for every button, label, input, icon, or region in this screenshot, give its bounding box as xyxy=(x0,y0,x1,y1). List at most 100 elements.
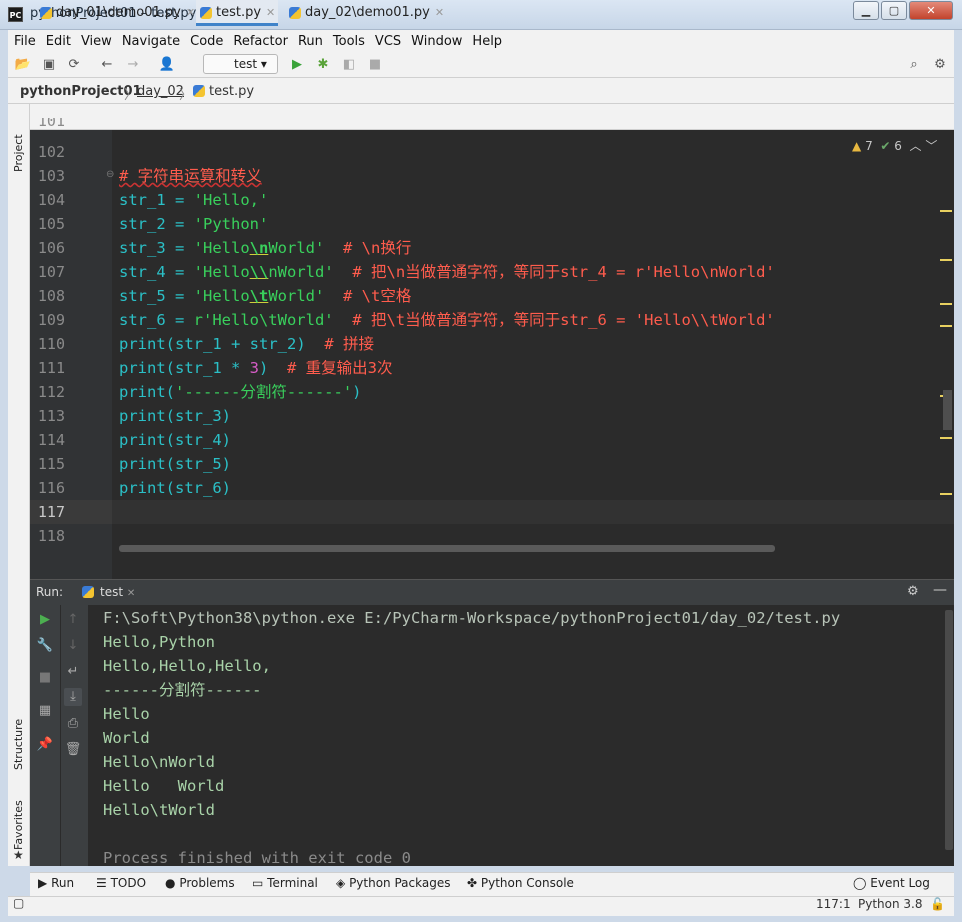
code-line-114[interactable]: print(str_4) xyxy=(119,428,231,452)
interpreter[interactable]: Python 3.8 xyxy=(858,897,923,911)
line-number: 113 xyxy=(37,407,65,425)
print-icon[interactable]: ⎙ xyxy=(64,715,82,733)
close-icon[interactable]: ✕ xyxy=(186,6,195,19)
comment: # 把\t当做普通字符，等同于str_6 = 'Hello\\tWorld' xyxy=(333,311,775,329)
menu-vcs[interactable]: VCS xyxy=(375,34,401,49)
code-line-106[interactable]: str_3 = 'Hello\nWorld' # \n换行 xyxy=(119,236,411,260)
warning-marker[interactable] xyxy=(940,437,952,439)
gear-icon[interactable]: ⚙ xyxy=(907,584,919,599)
structure-tool-tab[interactable]: Structure xyxy=(12,700,25,770)
save-icon[interactable]: ▣ xyxy=(40,56,58,74)
tool-terminal[interactable]: ▭ Terminal xyxy=(252,876,318,890)
open-folder-icon[interactable]: 📂 xyxy=(14,56,32,74)
panel-toggle-icon[interactable]: ▢ xyxy=(13,896,24,910)
tool-event-log[interactable]: ◯ Event Log xyxy=(853,876,930,890)
code-line-109[interactable]: str_6 = r'Hello\tWorld' # 把\t当做普通字符，等同于s… xyxy=(119,308,775,332)
coverage-icon[interactable]: ◧ xyxy=(340,56,358,74)
chevron-down-icon[interactable]: ﹀ xyxy=(925,139,937,153)
menu-run[interactable]: Run xyxy=(298,34,323,49)
code-line-112[interactable]: print('------分割符------') xyxy=(119,380,362,404)
tool-run[interactable]: ▶ Run xyxy=(38,876,74,890)
tool-python-packages[interactable]: ◈ Python Packages xyxy=(336,876,450,890)
code-line-104[interactable]: str_1 = 'Hello,' xyxy=(119,188,268,212)
close-icon[interactable]: ✕ xyxy=(266,6,275,19)
run-panel-label: Run: xyxy=(36,585,64,599)
scroll-to-end-icon[interactable]: ⤓ xyxy=(64,688,82,706)
menu-file[interactable]: File xyxy=(14,34,36,49)
tool-python-console[interactable]: ✤ Python Console xyxy=(467,876,574,890)
minimize-panel-icon[interactable]: — xyxy=(933,582,947,598)
warning-marker[interactable] xyxy=(940,325,952,327)
sync-icon[interactable]: ⟳ xyxy=(65,56,83,74)
tab-day01-demo01[interactable]: day_01\demo01.py ✕ xyxy=(36,0,195,26)
console-scrollbar[interactable] xyxy=(945,610,953,850)
tab-test[interactable]: test.py ✕ xyxy=(196,0,278,26)
trash-icon[interactable]: 🗑 xyxy=(64,741,82,759)
menu-help[interactable]: Help xyxy=(472,34,502,49)
gear-icon[interactable]: ⚙ xyxy=(931,56,949,74)
search-icon[interactable]: ⌕ xyxy=(905,56,923,74)
menu-tools[interactable]: Tools xyxy=(333,34,365,49)
breadcrumb-file[interactable]: test.py xyxy=(209,84,254,99)
code-line-108[interactable]: str_5 = 'Hello\tWorld' # \t空格 xyxy=(119,284,411,308)
code-line-115[interactable]: print(str_5) xyxy=(119,452,231,476)
code-line-113[interactable]: print(str_3) xyxy=(119,404,231,428)
editor-horizontal-scrollbar[interactable] xyxy=(119,545,775,552)
back-icon[interactable]: ← xyxy=(98,56,116,74)
chevron-up-icon[interactable]: ︿ xyxy=(910,139,922,153)
run-tab[interactable]: test ✕ xyxy=(100,585,135,599)
maximize-button[interactable]: ▢ xyxy=(881,1,907,20)
layout-icon[interactable]: ▦ xyxy=(36,702,54,720)
console-output[interactable] xyxy=(88,605,954,866)
run-config-select[interactable]: test ▾ xyxy=(203,54,278,74)
inspection-widget[interactable]: ▲ 7 ✔ 6 ︿ ﹀ xyxy=(852,137,937,154)
stop-icon[interactable]: ■ xyxy=(36,669,54,687)
code-line-103[interactable]: # 字符串运算和转义 xyxy=(119,164,262,188)
warning-marker[interactable] xyxy=(940,210,952,212)
tab-label: day_01\demo01.py xyxy=(56,5,181,20)
warning-marker[interactable] xyxy=(940,303,952,305)
close-button[interactable]: ✕ xyxy=(909,1,953,20)
toolbar xyxy=(8,52,954,78)
soft-wrap-icon[interactable]: ↵ xyxy=(64,663,82,681)
pin-icon[interactable]: 📌 xyxy=(36,736,54,754)
code-token: str_3 = xyxy=(119,239,194,257)
menu-window[interactable]: Window xyxy=(411,34,462,49)
user-icon[interactable]: 👤 xyxy=(158,56,176,74)
fold-icon[interactable]: ⊖ xyxy=(106,169,114,180)
arrow-up-icon[interactable]: ↑ xyxy=(64,611,82,629)
forward-icon[interactable]: → xyxy=(124,56,142,74)
breadcrumb-folder[interactable]: day_02 xyxy=(137,84,184,99)
warning-marker[interactable] xyxy=(940,493,952,495)
close-icon[interactable]: ✕ xyxy=(127,588,135,599)
minimize-button[interactable]: ▁ xyxy=(853,1,879,20)
tool-problems[interactable]: ● Problems xyxy=(165,876,235,890)
event-log-icon: ◯ xyxy=(853,876,867,890)
menu-refactor[interactable]: Refactor xyxy=(233,34,288,49)
project-tool-tab[interactable]: Project xyxy=(12,112,25,172)
code-line-105[interactable]: str_2 = 'Python' xyxy=(119,212,268,236)
tool-todo[interactable]: ☰ TODO xyxy=(96,876,146,890)
stop-icon[interactable]: ■ xyxy=(366,56,384,74)
debug-icon[interactable]: ✱ xyxy=(314,56,332,74)
close-icon[interactable]: ✕ xyxy=(435,6,444,19)
code-line-107[interactable]: str_4 = 'Hello\\nWorld' # 把\n当做普通字符，等同于s… xyxy=(119,260,775,284)
menu-code[interactable]: Code xyxy=(190,34,223,49)
caret-position[interactable]: 117:1 xyxy=(816,897,851,911)
menu-view[interactable]: View xyxy=(81,34,112,49)
code-line-110[interactable]: print(str_1 + str_2) # 拼接 xyxy=(119,332,374,356)
line-number: 112 xyxy=(37,383,65,401)
rerun-icon[interactable]: ▶ xyxy=(36,611,54,629)
wrench-icon[interactable]: 🔧 xyxy=(36,637,54,655)
tab-day02-demo01[interactable]: day_02\demo01.py ✕ xyxy=(285,0,444,26)
code-line-111[interactable]: print(str_1 * 3) # 重复输出3次 xyxy=(119,356,393,380)
code-line-116[interactable]: print(str_6) xyxy=(119,476,231,500)
menu-edit[interactable]: Edit xyxy=(46,34,71,49)
run-icon[interactable]: ▶ xyxy=(288,56,306,74)
arrow-down-icon[interactable]: ↓ xyxy=(64,637,82,655)
warning-marker[interactable] xyxy=(940,259,952,261)
lock-icon[interactable]: 🔓 xyxy=(930,897,945,911)
favorites-tool-tab[interactable]: Favorites xyxy=(12,790,25,850)
editor-vertical-scrollbar[interactable] xyxy=(943,390,952,430)
menu-navigate[interactable]: Navigate xyxy=(122,34,180,49)
